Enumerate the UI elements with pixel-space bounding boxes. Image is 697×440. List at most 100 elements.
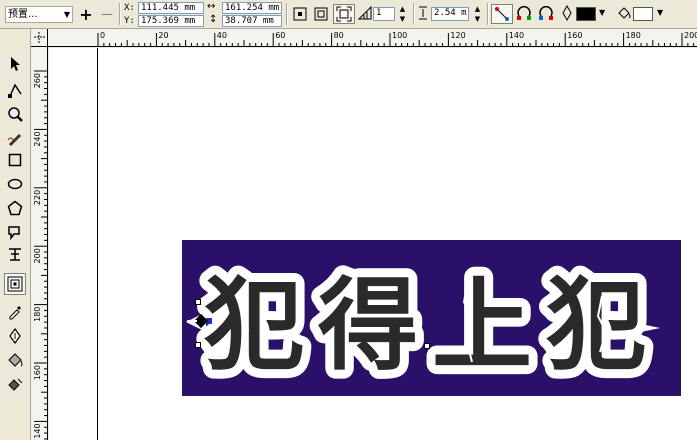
page-border-line xyxy=(97,48,98,440)
eyedropper-tool-icon xyxy=(9,306,21,320)
ruler-tick-label: 240 xyxy=(33,131,42,146)
horizontal-ruler-ticks: 0 20 40 60 80 100 120 140 160 180 200 xyxy=(97,31,697,47)
preset-dropdown[interactable]: 预置... ▼ xyxy=(5,6,73,23)
ruler-tick-label: 220 xyxy=(33,190,42,205)
x-position-field[interactable]: 111.445 mm xyxy=(138,2,204,14)
counterclockwise-blend-icon xyxy=(539,6,553,20)
horizontal-ruler[interactable]: 0 20 40 60 80 100 120 140 160 180 200 xyxy=(48,29,697,47)
selection-handle[interactable] xyxy=(424,343,430,349)
contour-tool[interactable] xyxy=(4,273,26,295)
ellipse-tool[interactable] xyxy=(4,173,26,195)
freehand-tool[interactable] xyxy=(4,127,26,149)
ruler-tick-label: 160 xyxy=(33,365,42,380)
vertical-ruler[interactable]: 260 240 220 200 180 160 140 xyxy=(31,47,48,440)
separator xyxy=(413,3,415,25)
fill-tool-icon xyxy=(8,353,23,367)
selection-handle[interactable] xyxy=(195,299,201,305)
fill-color-swatch[interactable] xyxy=(633,7,653,21)
ruler-tick-label: 160 xyxy=(567,31,582,40)
offset-field[interactable]: 2.54 m xyxy=(431,7,469,21)
steps-spinner[interactable]: ▲ ▼ xyxy=(397,4,408,24)
outline-tool[interactable] xyxy=(4,325,26,347)
text-tool[interactable] xyxy=(4,243,26,265)
polygon-tool-icon xyxy=(7,200,23,216)
contour-tool-icon xyxy=(7,276,23,292)
property-bar: 预置... ▼ + — X: 111.445 mm Y: 175.369 mm … xyxy=(0,0,697,29)
spinner-down-icon: ▼ xyxy=(399,15,406,23)
y-position-field[interactable]: 175.369 mm xyxy=(138,15,204,27)
preset-dropdown-label: 预置... xyxy=(8,9,38,20)
spinner-up-icon: ▲ xyxy=(474,5,481,13)
pick-tool[interactable] xyxy=(4,53,26,75)
banner-text: 犯得上犯 xyxy=(204,267,660,384)
add-preset-button[interactable]: + xyxy=(77,4,95,24)
fill-bucket-icon xyxy=(616,5,632,24)
outside-button[interactable] xyxy=(333,4,355,24)
ruler-tick-label: 40 xyxy=(217,31,227,40)
counterclockwise-blend-button[interactable] xyxy=(536,4,556,24)
basic-shapes-tool-icon xyxy=(8,226,20,240)
freehand-tool-icon xyxy=(7,134,21,146)
shape-tool[interactable] xyxy=(4,79,26,101)
separator xyxy=(487,3,489,25)
text-tool-icon xyxy=(9,248,21,261)
zoom-tool-icon xyxy=(8,107,23,122)
height-arrow-icon: ↕ xyxy=(209,14,218,25)
y-label: Y: xyxy=(124,16,135,26)
spinner-down-icon: ▼ xyxy=(474,15,481,23)
ruler-tick-label: 140 xyxy=(33,423,42,438)
selection-handle[interactable] xyxy=(195,342,201,348)
steps-icon xyxy=(357,5,372,23)
to-center-button[interactable] xyxy=(290,4,310,24)
remove-preset-button[interactable]: — xyxy=(98,4,116,24)
ruler-tick-label: 100 xyxy=(392,31,407,40)
ruler-tick-label: 180 xyxy=(626,31,641,40)
outline-pen-icon xyxy=(561,4,573,24)
contour-direction-line xyxy=(187,320,197,322)
chevron-down-icon[interactable]: ▼ xyxy=(599,8,605,17)
chevron-down-icon[interactable]: ▼ xyxy=(657,8,663,17)
linear-blend-icon xyxy=(495,7,509,21)
outline-color-swatch[interactable] xyxy=(576,7,596,21)
outline-tool-icon xyxy=(9,328,21,344)
fill-tool[interactable] xyxy=(4,349,26,371)
ruler-tick-label: 20 xyxy=(158,31,168,40)
clockwise-blend-button[interactable] xyxy=(514,4,534,24)
interactive-fill-tool[interactable] xyxy=(4,373,26,395)
ellipse-tool-icon xyxy=(7,178,23,190)
ruler-tick-label: 200 xyxy=(33,248,42,263)
ruler-origin-icon xyxy=(34,32,45,43)
ruler-tick-label: 80 xyxy=(334,31,344,40)
basic-shapes-tool[interactable] xyxy=(4,221,26,243)
separator xyxy=(119,3,121,25)
banner-rectangle[interactable]: 犯得上犯 犯得上犯 xyxy=(182,240,681,396)
shape-tool-icon xyxy=(8,83,22,98)
contour-outside-icon xyxy=(336,6,352,22)
minus-icon: — xyxy=(101,7,113,21)
inside-button[interactable] xyxy=(311,4,331,24)
linear-blend-button[interactable] xyxy=(491,4,513,24)
offset-icon xyxy=(417,5,429,24)
separator xyxy=(286,3,288,25)
vertical-ruler-ticks: 260 240 220 200 180 160 140 xyxy=(33,70,48,440)
offset-spinner[interactable]: ▲ ▼ xyxy=(472,4,483,24)
plus-icon: + xyxy=(79,4,93,24)
polygon-tool[interactable] xyxy=(4,197,26,219)
contour-inside-icon xyxy=(314,7,328,21)
ruler-tick-label: 120 xyxy=(450,31,465,40)
toolbox xyxy=(0,29,31,440)
height-field[interactable]: 38.707 mm xyxy=(222,15,282,27)
contour-center-icon xyxy=(293,7,307,21)
steps-field[interactable]: 1 xyxy=(373,7,395,21)
rectangle-tool-icon xyxy=(8,153,22,167)
ruler-origin-corner[interactable] xyxy=(31,29,48,47)
clockwise-blend-icon xyxy=(517,6,531,20)
rectangle-tool[interactable] xyxy=(4,149,26,171)
width-field[interactable]: 161.254 mm xyxy=(222,2,282,14)
spinner-up-icon: ▲ xyxy=(399,5,406,13)
eyedropper-tool[interactable] xyxy=(4,301,26,323)
ruler-tick-label: 0 xyxy=(100,31,105,40)
zoom-tool[interactable] xyxy=(4,103,26,125)
pick-tool-icon xyxy=(11,57,20,71)
ruler-tick-label: 140 xyxy=(509,31,524,40)
